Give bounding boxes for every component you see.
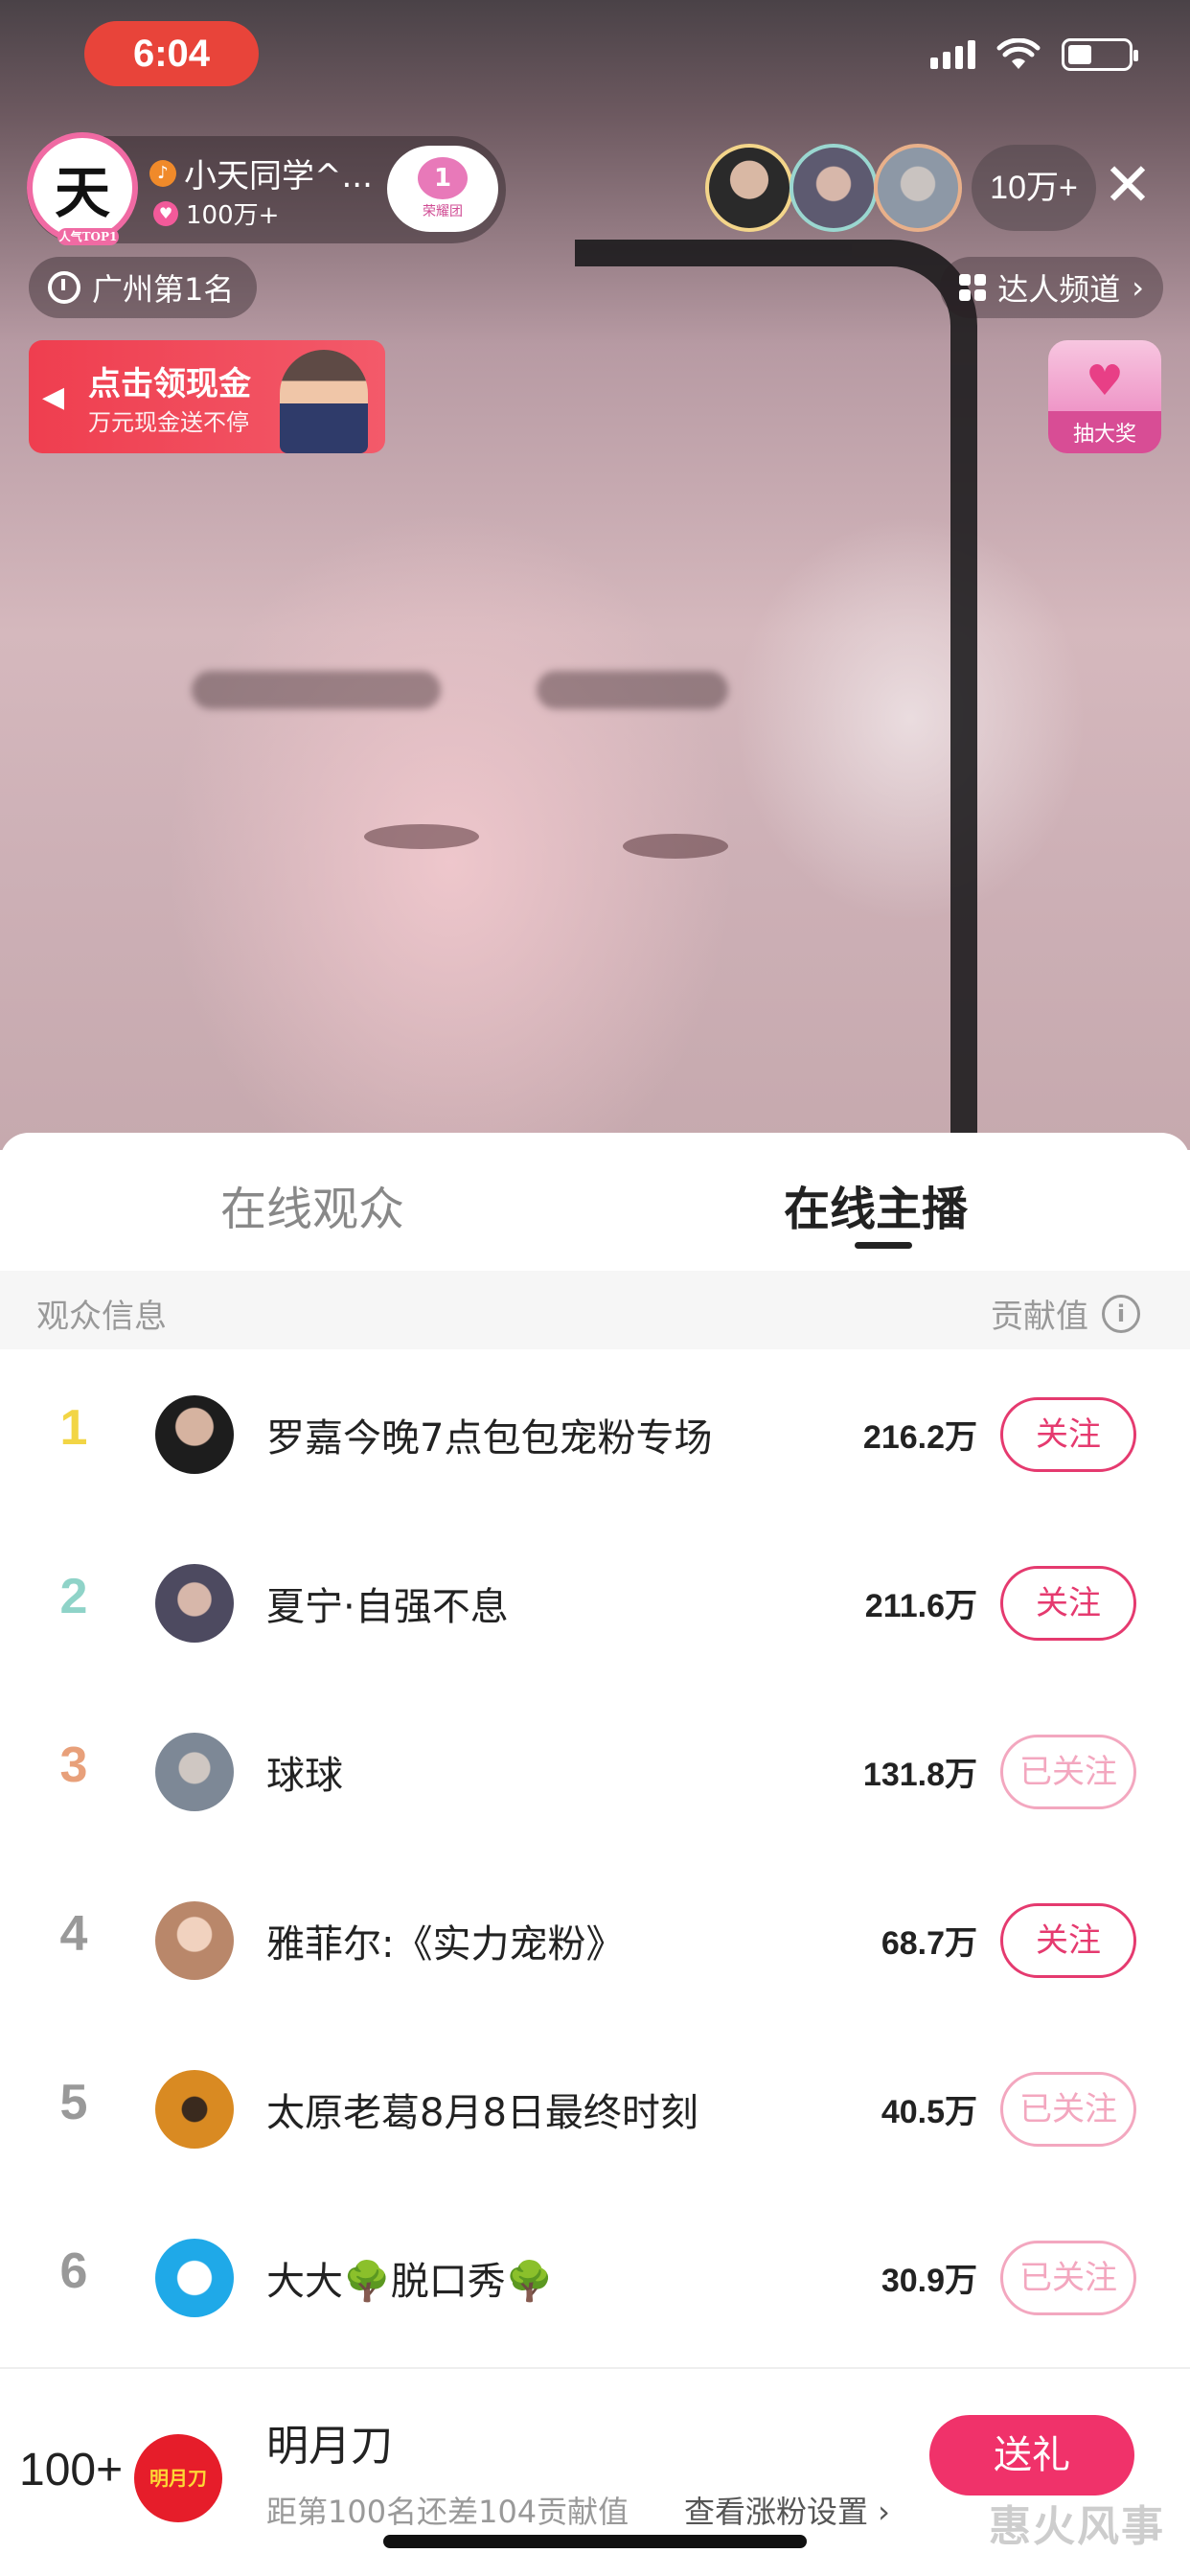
video-eye bbox=[364, 824, 479, 849]
info-icon[interactable]: i bbox=[1102, 1294, 1140, 1333]
viewer-avatar[interactable] bbox=[705, 144, 793, 232]
follow-button[interactable]: 关注 bbox=[1000, 1566, 1136, 1641]
host-avatar-char: 天 bbox=[54, 160, 110, 225]
fan-club-label: 荣耀团 bbox=[423, 204, 463, 219]
follow-button[interactable]: 关注 bbox=[1000, 1397, 1136, 1472]
contribution-value: 68.7万 bbox=[881, 1925, 977, 1962]
wifi-icon bbox=[996, 38, 1041, 69]
tab-online-hosts[interactable]: 在线主播 bbox=[784, 1171, 968, 1238]
video-eye bbox=[623, 834, 728, 859]
follow-button[interactable]: 关注 bbox=[1000, 1903, 1136, 1978]
following-button[interactable]: 已关注 bbox=[1000, 1735, 1136, 1809]
contribution-value: 131.8万 bbox=[862, 1757, 977, 1793]
rank-gap-text: 距第100名还差104贡献值 bbox=[266, 2494, 629, 2530]
battery-icon bbox=[1062, 38, 1138, 71]
clock-icon bbox=[48, 271, 80, 304]
host-avatar[interactable]: 天 人气TOP1 bbox=[27, 132, 138, 245]
host-name: 夏宁·自强不息 bbox=[266, 1585, 509, 1629]
rank-number: 2 bbox=[59, 1569, 88, 1624]
following-button[interactable]: 已关注 bbox=[1000, 2072, 1136, 2147]
cash-banner-subtitle: 万元现金送不停 bbox=[88, 409, 249, 436]
rank-number: 3 bbox=[59, 1737, 88, 1793]
close-icon[interactable]: ✕ bbox=[1094, 151, 1161, 218]
ranking-sheet: 在线观众 在线主播 观众信息 贡献值 i 1 罗嘉今晚7点包包宠粉专场 216.… bbox=[0, 1133, 1190, 2576]
heart-icon: ♥ bbox=[1086, 356, 1124, 405]
cellular-signal-icon bbox=[930, 40, 975, 69]
contribution-value: 30.9万 bbox=[881, 2263, 977, 2299]
list-item[interactable]: 1 罗嘉今晚7点包包宠粉专场 216.2万 关注 bbox=[0, 1349, 1190, 1518]
my-name: 明月刀 bbox=[266, 2422, 393, 2471]
rank-number: 5 bbox=[59, 2075, 88, 2130]
viewer-count[interactable]: 10万+ bbox=[972, 145, 1096, 231]
host-name: 雅菲尔:《实力宠粉》 bbox=[266, 1922, 625, 1966]
avatar[interactable] bbox=[155, 1564, 234, 1643]
fan-club-button[interactable]: 1 荣耀团 bbox=[387, 146, 498, 232]
host-likes-row: ♥ 100万+ bbox=[153, 196, 279, 231]
avatar[interactable] bbox=[155, 1901, 234, 1980]
cash-banner-title: 点击领现金 bbox=[88, 365, 251, 403]
home-indicator[interactable] bbox=[383, 2535, 807, 2548]
host-ranking-list: 1 罗嘉今晚7点包包宠粉专场 216.2万 关注 2 夏宁·自强不息 211.6… bbox=[0, 1349, 1190, 2361]
contribution-label: 贡献值 bbox=[991, 1298, 1088, 1336]
grid-icon bbox=[959, 274, 987, 301]
avatar[interactable] bbox=[155, 1395, 234, 1474]
status-bar: 6:04 bbox=[0, 21, 1190, 107]
caret-left-icon: ◀ bbox=[42, 380, 65, 414]
channel-label: 达人频道 bbox=[997, 271, 1121, 308]
banner-person-image bbox=[280, 350, 368, 453]
list-header-right: 贡献值 i bbox=[991, 1290, 1140, 1337]
rank-number: 4 bbox=[59, 1906, 88, 1962]
following-button[interactable]: 已关注 bbox=[1000, 2241, 1136, 2315]
list-header: 观众信息 贡献值 i bbox=[0, 1271, 1190, 1349]
list-item[interactable]: 4 雅菲尔:《实力宠粉》 68.7万 关注 bbox=[0, 1855, 1190, 2024]
lottery-label: 抽大奖 bbox=[1048, 411, 1161, 453]
viewer-avatar[interactable] bbox=[790, 144, 878, 232]
rank-number: 6 bbox=[59, 2243, 88, 2299]
city-rank-tag[interactable]: 广州第1名 bbox=[29, 257, 258, 318]
host-likes: 100万+ bbox=[186, 201, 280, 230]
list-header-left: 观众信息 bbox=[36, 1298, 167, 1336]
fan-club-level: 1 bbox=[418, 157, 468, 199]
heart-icon: ♥ bbox=[153, 200, 178, 226]
contribution-value: 211.6万 bbox=[864, 1588, 977, 1624]
status-time: 6:04 bbox=[84, 21, 259, 86]
video-brow bbox=[537, 671, 728, 709]
rank-number: 1 bbox=[59, 1400, 88, 1456]
contribution-value: 216.2万 bbox=[862, 1419, 977, 1456]
avatar[interactable] bbox=[155, 2239, 234, 2317]
list-item[interactable]: 6 大大🌳脱口秀🌳 30.9万 已关注 bbox=[0, 2193, 1190, 2361]
host-name: 球球 bbox=[266, 1754, 343, 1798]
chevron-right-icon: › bbox=[1132, 269, 1144, 306]
avatar[interactable]: 明月刀 bbox=[134, 2434, 222, 2522]
host-card[interactable]: 天 人气TOP1 ♪ 小天同学^... ♥ 100万+ 1 荣耀团 bbox=[27, 132, 506, 245]
host-name-row: ♪ 小天同学^... bbox=[149, 150, 373, 196]
host-name: 罗嘉今晚7点包包宠粉专场 bbox=[266, 1416, 713, 1460]
avatar[interactable] bbox=[155, 1733, 234, 1811]
host-avatar-tag: 人气TOP1 bbox=[57, 228, 119, 245]
tab-active-indicator bbox=[855, 1242, 912, 1249]
viewer-avatar[interactable] bbox=[874, 144, 962, 232]
lottery-button[interactable]: ♥ 抽大奖 bbox=[1048, 340, 1161, 453]
host-name: 大大🌳脱口秀🌳 bbox=[266, 2260, 554, 2304]
channel-link[interactable]: 达人频道 › bbox=[940, 257, 1163, 318]
sheet-tabs: 在线观众 在线主播 bbox=[0, 1133, 1190, 1271]
list-item[interactable]: 3 球球 131.8万 已关注 bbox=[0, 1687, 1190, 1855]
host-name: 小天同学^... bbox=[184, 157, 373, 196]
cash-banner[interactable]: ◀ 点击领现金 万元现金送不停 bbox=[29, 340, 385, 453]
music-note-icon: ♪ bbox=[149, 159, 176, 187]
list-item[interactable]: 2 夏宁·自强不息 211.6万 关注 bbox=[0, 1518, 1190, 1687]
tab-online-audience[interactable]: 在线观众 bbox=[220, 1171, 404, 1238]
send-gift-button[interactable]: 送礼 bbox=[929, 2415, 1134, 2496]
watermark: 惠火风事 bbox=[989, 2502, 1165, 2551]
fan-settings-link[interactable]: 查看涨粉设置 › bbox=[684, 2488, 890, 2532]
avatar[interactable] bbox=[155, 2070, 234, 2149]
video-brow bbox=[192, 671, 441, 709]
host-name: 太原老葛8月8日最终时刻 bbox=[266, 2091, 698, 2135]
top-viewers[interactable]: 10万+ bbox=[705, 144, 1096, 232]
city-rank-label: 广州第1名 bbox=[92, 271, 235, 308]
my-rank: 100+ bbox=[19, 2445, 124, 2496]
contribution-value: 40.5万 bbox=[881, 2094, 977, 2130]
list-item[interactable]: 5 太原老葛8月8日最终时刻 40.5万 已关注 bbox=[0, 2024, 1190, 2193]
